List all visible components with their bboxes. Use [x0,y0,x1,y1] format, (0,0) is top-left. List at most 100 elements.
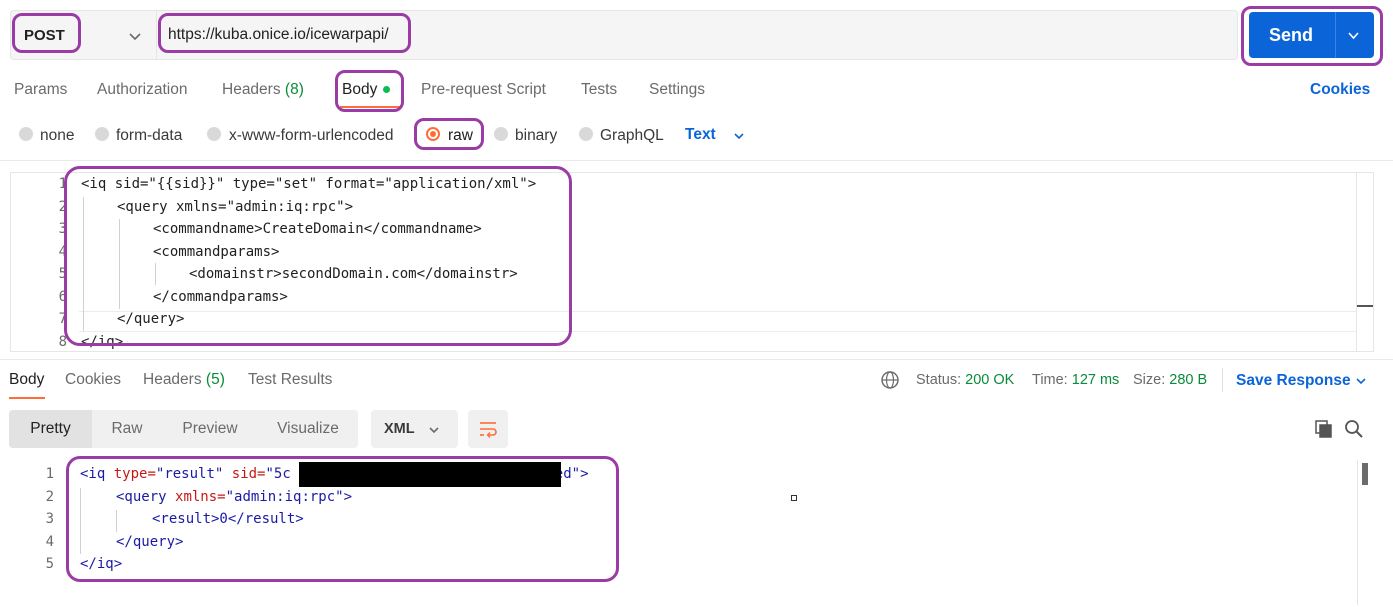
response-scrollbar-track[interactable] [1357,460,1358,605]
radio-raw[interactable] [426,127,440,141]
code-line: <commandname>CreateDomain</commandname> [153,221,482,237]
indent-guide [83,197,84,331]
request-body-editor[interactable]: 1 2 3 4 5 6 7 8 <iq sid="{{sid}}" type="… [10,172,1374,352]
line-number: 2 [45,489,54,505]
cursor-marker [791,495,797,501]
line-number: 8 [58,334,67,350]
tab-headers[interactable]: Headers (8) [222,81,304,99]
view-preview[interactable]: Preview [162,410,258,448]
indent-guide [80,488,81,554]
code-line: </commandparams> [153,289,288,305]
xml-tag: <iq [80,466,106,482]
code-line: <iq sid="{{sid}}" type="set" format="app… [81,176,537,192]
tab-tests[interactable]: Tests [581,81,617,99]
size-label: Size: [1133,372,1166,388]
body-type-binary[interactable]: binary [515,127,557,145]
save-response-button[interactable]: Save Response [1236,372,1351,390]
format-label: XML [384,421,415,437]
xml-attr: type= [113,466,156,482]
radio-form-data[interactable] [95,127,109,141]
radio-none[interactable] [19,127,33,141]
line-number: 3 [58,221,67,237]
method-label: POST [24,27,65,44]
copy-icon[interactable] [1314,419,1334,439]
tab-headers-count: (8) [284,81,304,98]
resp-tab-headers[interactable]: Headers (5) [143,371,225,389]
view-pretty[interactable]: Pretty [9,410,92,448]
status-value: 200 OK [965,372,1015,388]
tab-params[interactable]: Params [14,81,67,99]
xml-value: "result" [155,466,224,482]
active-tab-indicator [340,106,400,108]
xml-attr: sid= [231,466,266,482]
code-line: <domainstr>secondDomain.com</domainstr> [189,266,518,282]
code-line: <query xmlns="admin:iq:rpc"> [117,199,354,215]
send-button[interactable]: Send [1249,12,1374,58]
line-number: 3 [45,511,54,527]
text-format-select[interactable]: Text [685,126,716,144]
code-line: </iq> [81,334,124,350]
chevron-down-icon[interactable] [733,130,745,142]
xml-attr: xmlns= [175,489,226,505]
code-line: <commandparams> [153,244,280,260]
resp-tab-test-results[interactable]: Test Results [248,371,332,389]
chevron-down-icon [129,33,141,41]
xml-value: "admin:iq:rpc" [225,489,344,505]
radio-urlencoded[interactable] [207,127,221,141]
tab-body-label: Body [342,81,378,98]
tab-settings[interactable]: Settings [649,81,705,99]
line-number: 2 [58,199,67,215]
body-type-none[interactable]: none [40,127,74,145]
search-icon[interactable] [1344,419,1364,439]
radio-binary[interactable] [494,127,508,141]
indent-guide [119,219,120,309]
send-divider [1335,12,1336,58]
body-type-raw[interactable]: raw [448,127,473,145]
xml-line: <query xmlns="admin:iq:rpc"> [116,489,352,505]
chevron-down-icon[interactable] [1347,29,1360,42]
radio-graphql[interactable] [579,127,593,141]
divider [1222,368,1223,392]
editor-scrollbar-track[interactable] [1356,173,1357,351]
line-number: 7 [58,311,67,327]
status-label: Status: [916,372,962,388]
indent-guide [155,263,156,285]
tab-pre-request-script[interactable]: Pre-request Script [421,81,546,99]
tab-headers-label: Headers [222,81,281,98]
resp-tab-body[interactable]: Body [9,371,44,389]
current-line-highlight [79,311,1356,332]
tab-authorization[interactable]: Authorization [97,81,187,99]
time: Time: 127 ms [1032,372,1119,388]
xml-line: </iq> [80,556,123,572]
line-number: 6 [58,289,67,305]
code-line: </query> [117,311,185,327]
time-value: 127 ms [1071,372,1120,388]
body-type-urlencoded[interactable]: x-www-form-urlencoded [229,127,394,145]
globe-icon[interactable] [880,370,900,390]
active-tab-indicator [9,397,45,399]
resp-tab-headers-label: Headers [143,371,202,388]
xml-line: <result>0</result> [152,511,304,527]
wrap-lines-icon [480,422,497,438]
body-type-graphql[interactable]: GraphQL [600,127,664,145]
chevron-down-icon [429,427,439,434]
modified-dot-icon [383,86,391,94]
xml-tag: > [343,489,353,505]
chevron-down-icon[interactable] [1355,375,1367,387]
line-number: 1 [45,466,54,482]
resp-tab-cookies[interactable]: Cookies [65,371,121,389]
view-raw[interactable]: Raw [92,410,162,448]
xml-tag: > [580,466,589,482]
body-type-form-data[interactable]: form-data [116,127,182,145]
response-scrollbar-thumb[interactable] [1362,463,1368,485]
url-input[interactable]: https://kuba.onice.io/icewarpapi/ [168,26,389,44]
method-select[interactable]: POST [11,11,157,59]
tab-body[interactable]: Body [342,81,391,99]
wrap-lines-button[interactable] [468,410,508,448]
editor-scroll-marker [1357,305,1373,307]
view-visualize[interactable]: Visualize [258,410,358,448]
resp-tab-headers-count: (5) [205,371,225,388]
line-number: 4 [45,534,54,550]
format-select[interactable]: XML [371,410,458,448]
cookies-link[interactable]: Cookies [1310,81,1370,99]
